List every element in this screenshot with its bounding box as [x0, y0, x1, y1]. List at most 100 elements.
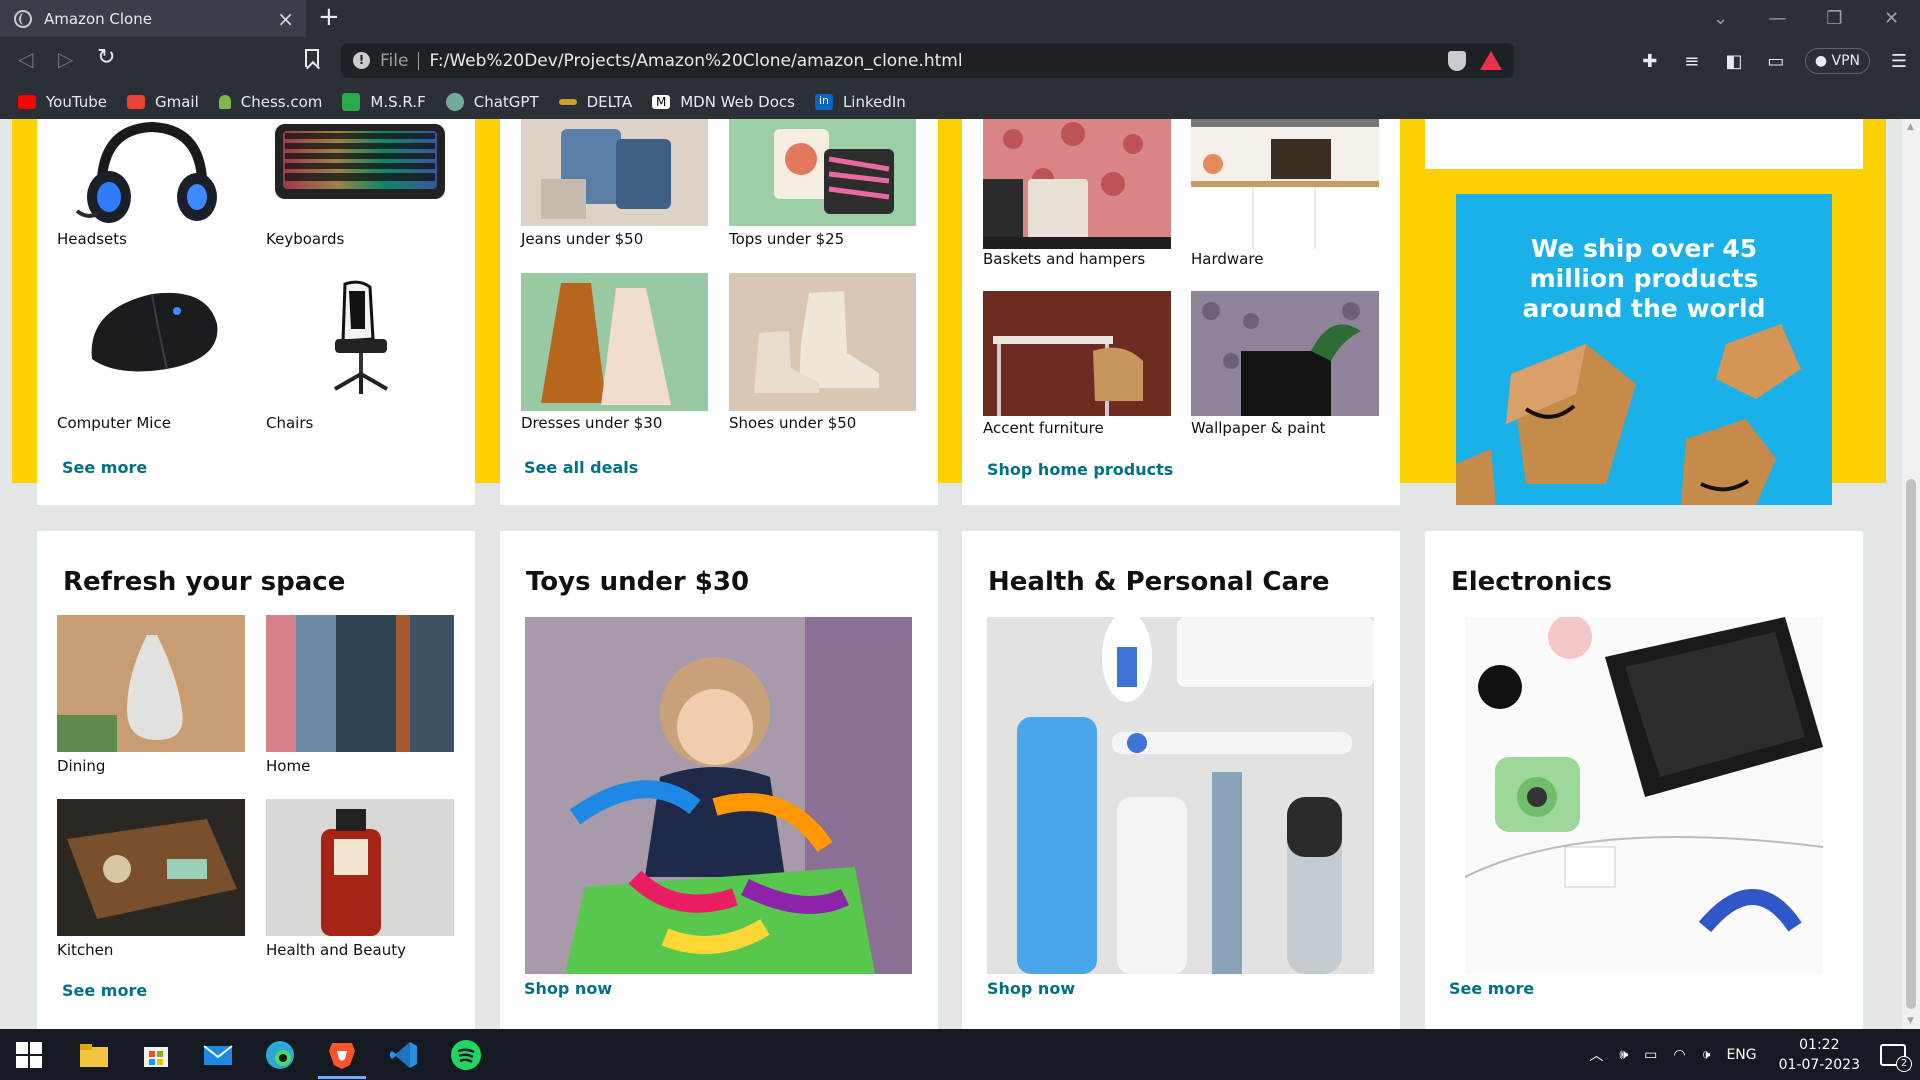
see-more-link[interactable]: See more [1449, 979, 1534, 998]
brave-shield-icon[interactable] [1448, 50, 1466, 71]
scrollbar-thumb[interactable] [1906, 479, 1916, 1009]
bookmark-gmail[interactable]: Gmail [127, 93, 199, 111]
bookmark-delta[interactable]: DELTA [558, 93, 632, 111]
close-tab-icon[interactable]: × [277, 7, 294, 31]
card-top-right-partial [1425, 119, 1863, 169]
show-hidden-icons[interactable]: ︿ [1589, 1045, 1603, 1065]
wallpaper-image[interactable] [1191, 291, 1379, 416]
bookmark-mdn[interactable]: M MDN Web Docs [652, 93, 795, 111]
see-all-deals-link[interactable]: See all deals [524, 458, 638, 477]
reload-button[interactable]: ↻ [97, 45, 115, 70]
tab-search-icon[interactable]: ⌄ [1692, 8, 1749, 29]
shop-home-products-link[interactable]: Shop home products [987, 460, 1173, 479]
browser-tab-active[interactable]: Amazon Clone × [0, 0, 306, 37]
tops-image[interactable] [729, 119, 916, 226]
see-more-link[interactable]: See more [62, 981, 147, 1000]
item-label: Hardware [1191, 250, 1264, 268]
shop-now-link[interactable]: Shop now [987, 979, 1075, 998]
bookmark-chatgpt[interactable]: ChatGPT [445, 93, 539, 111]
bookmark-icon[interactable] [305, 49, 319, 67]
item-label: Dining [57, 757, 106, 775]
microsoft-store-icon[interactable] [140, 1039, 172, 1071]
dresses-image[interactable] [521, 273, 708, 411]
file-explorer-icon[interactable] [78, 1039, 110, 1071]
item-label: Tops under $25 [729, 230, 845, 248]
close-window-button[interactable]: ✕ [1863, 8, 1920, 29]
forward-button[interactable]: ▷ [58, 47, 73, 71]
mail-icon[interactable] [202, 1039, 234, 1071]
tab-title: Amazon Clone [44, 9, 152, 28]
item-label: Home [266, 757, 311, 775]
language-indicator[interactable]: ENG [1726, 1047, 1756, 1063]
health-care-image[interactable] [987, 617, 1374, 974]
url-text[interactable]: F:/Web%20Dev/Projects/Amazon%20Clone/ama… [429, 51, 1434, 71]
extensions-icon[interactable]: ✚ [1629, 51, 1671, 72]
electronics-image[interactable] [1465, 617, 1823, 974]
accent-furniture-image[interactable] [983, 291, 1171, 416]
page-scrollbar[interactable]: ▲ ▼ [1902, 119, 1920, 1029]
card-gaming-accessories: Headsets Keyboards Computer Mice Chairs … [37, 119, 475, 505]
scroll-up-arrow[interactable]: ▲ [1907, 122, 1914, 132]
wallet-icon[interactable]: ▭ [1755, 51, 1797, 72]
toys-image[interactable] [525, 617, 912, 974]
item-label: Kitchen [57, 941, 114, 959]
shoes-image[interactable] [729, 273, 916, 411]
chair-image[interactable] [265, 279, 455, 404]
page-viewport: Headsets Keyboards Computer Mice Chairs … [0, 119, 1902, 1029]
item-label: Headsets [57, 230, 127, 248]
bookmark-linkedin[interactable]: in LinkedIn [814, 93, 906, 111]
item-label: Baskets and hampers [983, 250, 1146, 268]
new-tab-button[interactable]: + [318, 2, 340, 32]
brave-browser-icon[interactable] [326, 1039, 358, 1071]
msrf-icon [342, 93, 361, 111]
playlist-icon[interactable]: ≡ [1671, 51, 1713, 72]
see-more-link[interactable]: See more [62, 458, 147, 477]
vpn-button[interactable]: ● VPN [1804, 48, 1870, 74]
hardware-image[interactable] [1191, 119, 1379, 249]
spotify-icon[interactable] [450, 1039, 482, 1071]
minimize-button[interactable]: — [1749, 8, 1806, 29]
bookmark-msrf[interactable]: M.S.R.F [342, 93, 426, 111]
brave-rewards-icon[interactable] [1480, 51, 1502, 70]
shop-now-link[interactable]: Shop now [524, 979, 612, 998]
home-image[interactable] [266, 615, 454, 752]
sidebar-icon[interactable]: ◧ [1713, 51, 1755, 72]
gmail-icon [127, 95, 145, 109]
address-bar[interactable]: ! File F:/Web%20Dev/Projects/Amazon%20Cl… [341, 43, 1514, 78]
card-title: Refresh your space [63, 567, 346, 597]
item-label: Wallpaper & paint [1191, 419, 1326, 437]
baskets-image[interactable] [983, 119, 1171, 249]
system-tray: ︿ 🕪 ▭ ◠ 🕩 ENG 01:22 01-07-2023 2 [1581, 1029, 1920, 1080]
battery-icon[interactable]: ▭ [1644, 1047, 1657, 1063]
notification-count: 2 [1896, 1055, 1912, 1072]
volume-icon[interactable]: 🕩 [1702, 1047, 1711, 1063]
browser-toolbar: ◁ ▷ ↻ ! File F:/Web%20Dev/Projects/Amazo… [0, 37, 1920, 85]
kitchen-image[interactable] [57, 799, 245, 936]
headset-image[interactable] [57, 119, 245, 224]
health-beauty-image[interactable] [266, 799, 454, 936]
card-refresh-your-space: Refresh your space Dining Home Kitchen H… [37, 531, 475, 1029]
notification-center-icon[interactable]: 2 [1880, 1043, 1912, 1072]
info-icon[interactable]: ! [353, 52, 370, 69]
back-button[interactable]: ◁ [18, 47, 33, 71]
keyboard-image[interactable] [265, 119, 455, 224]
bookmark-youtube[interactable]: YouTube [18, 93, 107, 111]
speaker-icon[interactable]: 🕪 [1619, 1047, 1628, 1063]
jeans-image[interactable] [521, 119, 708, 226]
menu-icon[interactable]: ☰ [1878, 51, 1920, 72]
restore-button[interactable]: ❐ [1806, 8, 1863, 29]
bookmark-chess[interactable]: Chess.com [218, 93, 322, 111]
url-scheme-label: File [380, 50, 409, 71]
card-home-products: Baskets and hampers Hardware Accent furn… [962, 119, 1400, 505]
item-label: Computer Mice [57, 414, 171, 432]
wifi-icon[interactable]: ◠ [1673, 1047, 1685, 1063]
windows-start-icon[interactable] [16, 1039, 48, 1071]
shipping-banner[interactable]: We ship over 45 million products around … [1456, 194, 1832, 505]
clock[interactable]: 01:22 01-07-2023 [1779, 1035, 1860, 1075]
edge-browser-icon[interactable] [264, 1039, 296, 1071]
linkedin-icon: in [814, 94, 833, 110]
vscode-icon[interactable] [388, 1039, 420, 1071]
scroll-down-arrow[interactable]: ▼ [1907, 1016, 1914, 1026]
mouse-image[interactable] [57, 269, 245, 399]
dining-image[interactable] [57, 615, 245, 752]
